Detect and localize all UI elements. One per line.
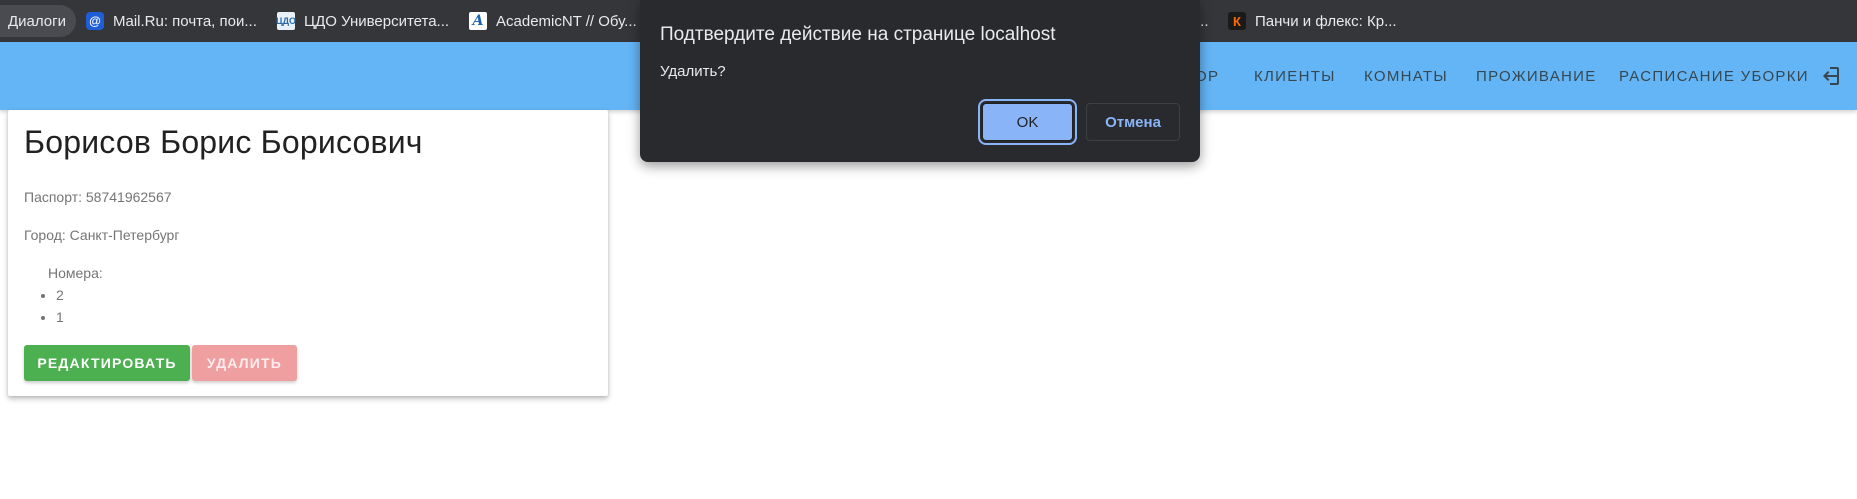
cancel-button[interactable]: Отмена bbox=[1086, 103, 1180, 141]
dialog-title: Подтвердите действие на странице localho… bbox=[660, 24, 1056, 45]
city-field: Город: Санкт-Петербург bbox=[24, 227, 180, 243]
logout-icon[interactable] bbox=[1818, 64, 1842, 88]
nav-item-residence[interactable]: ПРОЖИВАНИЕ bbox=[1476, 42, 1597, 110]
bookmark-label: Диалоги bbox=[8, 12, 66, 30]
confirm-dialog: Подтвердите действие на странице localho… bbox=[640, 0, 1200, 162]
bookmark-label: ЦДО Университета... bbox=[304, 12, 450, 30]
academicnt-icon: A bbox=[469, 12, 487, 30]
bookmark-panchi[interactable]: К Панчи и флекс: Кр... bbox=[1228, 0, 1397, 42]
mailru-icon: @ bbox=[86, 12, 104, 30]
panchi-icon: К bbox=[1228, 12, 1246, 30]
bookmark-academicnt[interactable]: A AcademicNT // Обу... bbox=[469, 0, 637, 42]
bookmark-dialogs[interactable]: Диалоги bbox=[0, 5, 76, 37]
cdo-icon: ЦДО bbox=[276, 12, 296, 30]
client-card: Борисов Борис Борисович Паспорт: 5874196… bbox=[8, 110, 608, 396]
bookmark-label: Mail.Ru: почта, пои... bbox=[113, 12, 257, 30]
bookmark-label: Панчи и флекс: Кр... bbox=[1255, 12, 1397, 30]
client-name: Борисов Борис Борисович bbox=[24, 124, 423, 160]
bookmark-cdo[interactable]: ЦДО ЦДО Университета... bbox=[276, 0, 450, 42]
rooms-list: 2 1 bbox=[32, 284, 64, 328]
nav-item-clients[interactable]: КЛИЕНТЫ bbox=[1254, 42, 1336, 110]
ok-button[interactable]: OK bbox=[978, 99, 1077, 145]
nav-item-rooms[interactable]: КОМНАТЫ bbox=[1364, 42, 1448, 110]
passport-field: Паспорт: 58741962567 bbox=[24, 189, 172, 205]
delete-button[interactable]: УДАЛИТЬ bbox=[192, 345, 297, 381]
room-item: 2 bbox=[56, 284, 64, 306]
dialog-message: Удалить? bbox=[660, 63, 726, 80]
edit-button[interactable]: РЕДАКТИРОВАТЬ bbox=[24, 345, 190, 381]
bookmark-label: AcademicNT // Обу... bbox=[496, 12, 637, 30]
room-item: 1 bbox=[56, 306, 64, 328]
rooms-label: Номера: bbox=[48, 265, 103, 281]
nav-item-cleaning-schedule[interactable]: РАСПИСАНИЕ УБОРКИ bbox=[1619, 42, 1809, 110]
bookmark-mailru[interactable]: @ Mail.Ru: почта, пои... bbox=[86, 0, 257, 42]
